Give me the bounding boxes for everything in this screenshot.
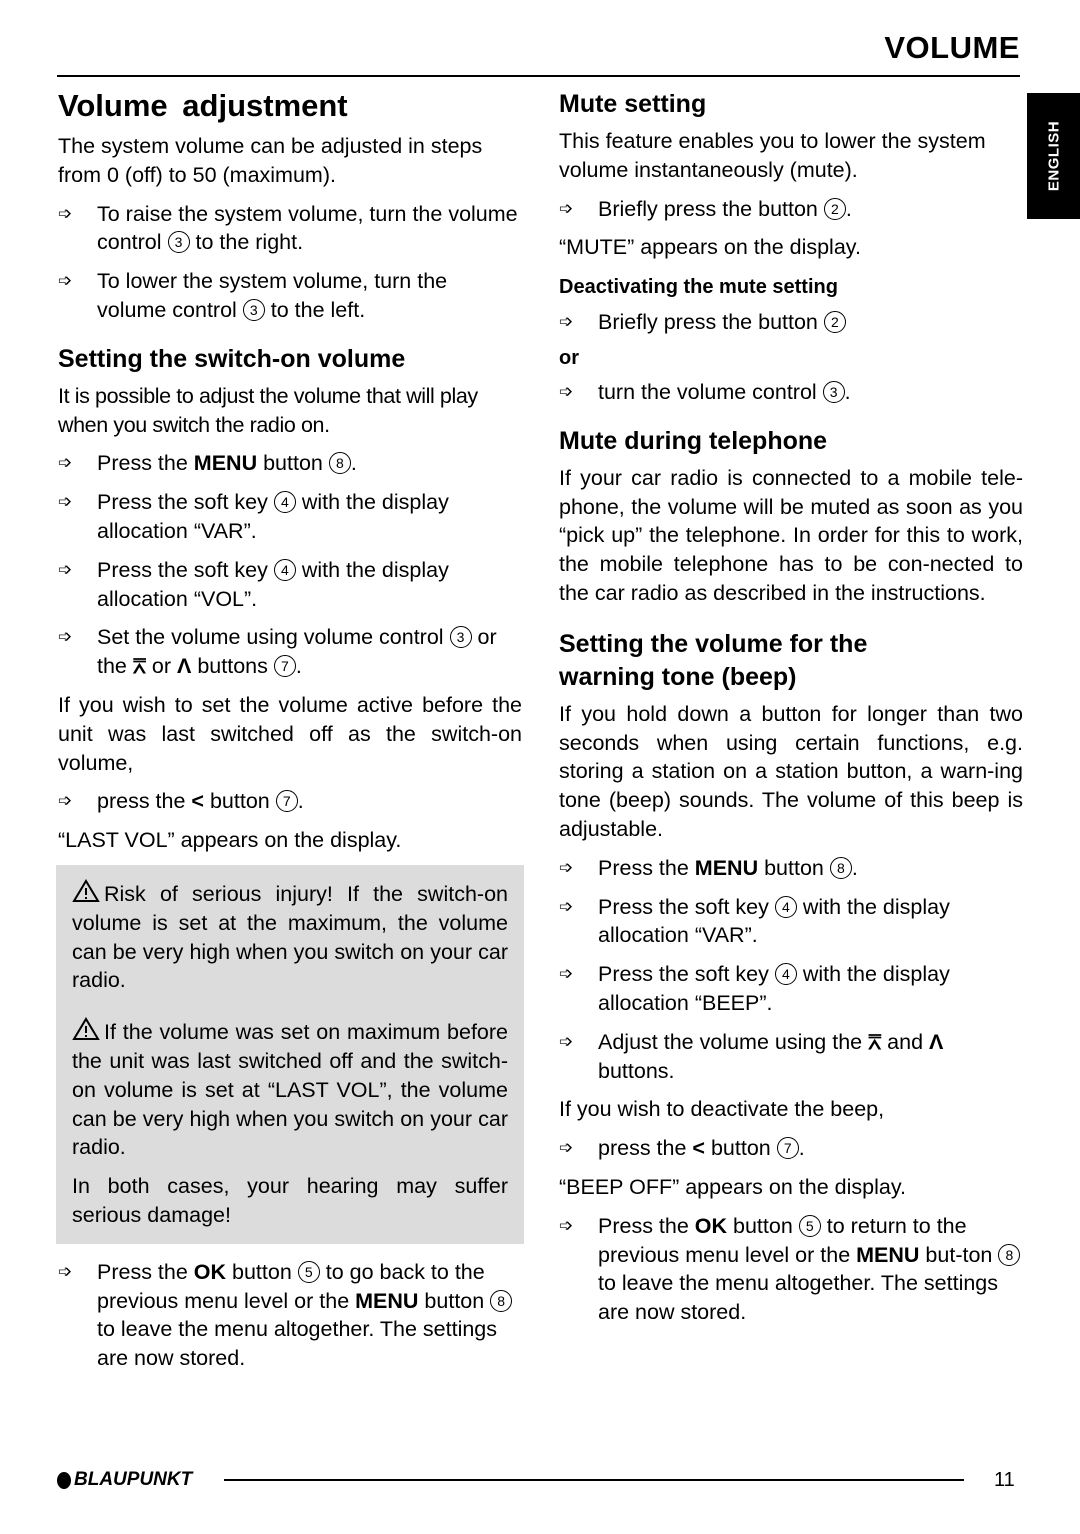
step-arrow-icon: ➩: [58, 791, 73, 811]
control-number-badge: 5: [798, 1214, 821, 1237]
up-button-icon: Λ: [929, 1029, 944, 1054]
header-rule: [57, 75, 1020, 77]
warning-paragraph: In both cases, your hearing may suffer s…: [72, 1174, 508, 1227]
volume-intro: The system volume can be adjusted in ste…: [58, 134, 483, 187]
step-softkey-var: ➩ Press the soft key 4 with the display …: [58, 490, 449, 543]
volume-adjustment-title: Volume adjustment: [58, 88, 348, 123]
language-tab-label: ENGLISH: [1045, 120, 1062, 192]
ok-button-label: OK: [193, 1259, 227, 1284]
left-column: Volume adjustment The system volume can …: [56, 88, 524, 1383]
section-title: VOLUME: [884, 30, 1020, 65]
step-ok-or-menu: ➩ Press the OK button 5 to go back to th…: [58, 1258, 522, 1373]
control-number-badge: 7: [273, 655, 296, 678]
control-number-badge: 3: [449, 626, 472, 649]
step-arrow-icon: ➩: [58, 492, 73, 512]
beep-off-display: “BEEP OFF” appears on the display.: [559, 1174, 906, 1199]
step-arrow-icon: ➩: [559, 896, 574, 916]
step-press-back: ➩ press the < button 7.: [58, 787, 522, 816]
menu-button-label: MENU: [355, 1288, 419, 1313]
ok-button-label: OK: [694, 1213, 728, 1238]
step-press-menu: ➩ Press the MENU button 8.: [559, 854, 1023, 883]
step-press-back: ➩ press the < button 7.: [559, 1134, 1023, 1163]
down-button-icon: ⩞: [868, 1029, 882, 1054]
switch-on-volume-heading: Setting the switch-on volume: [58, 344, 406, 373]
step-softkey-beep: ➩ Press the soft key 4 with the display …: [559, 962, 950, 1015]
control-number-badge: 2: [823, 197, 846, 220]
up-button-icon: Λ: [177, 654, 192, 679]
step-arrow-icon: ➩: [58, 559, 73, 579]
page-number: 11: [994, 1469, 1015, 1491]
control-number-badge: 5: [297, 1260, 320, 1283]
step-arrow-icon: ➩: [58, 271, 73, 291]
beep-deactivate-intro: If you wish to deactivate the beep,: [559, 1097, 885, 1122]
control-number-badge: 3: [167, 231, 190, 254]
step-arrow-icon: ➩: [559, 964, 574, 984]
down-button-icon: ⩞: [132, 654, 146, 679]
switch-on-intro: It is possible to adjust the volume that…: [58, 383, 478, 437]
step-arrow-icon: ➩: [58, 1261, 73, 1281]
control-number-badge: 8: [829, 856, 852, 879]
step-adjust-beep: ➩ Adjust the volume using the ⩞ and Λ bu…: [559, 1029, 944, 1083]
mute-telephone-heading: Mute during telephone: [559, 426, 828, 455]
step-press-mute-again: ➩ Briefly press the button 2: [559, 308, 1023, 337]
step-arrow-icon: ➩: [559, 198, 574, 218]
step-arrow-icon: ➩: [559, 312, 574, 332]
step-ok-or-menu: ➩ Press the OK button 5 to return to the…: [559, 1212, 1023, 1327]
brand-dot-icon: [57, 1471, 71, 1489]
step-arrow-icon: ➩: [58, 203, 73, 223]
back-button-icon: <: [191, 789, 204, 814]
step-softkey-var: ➩ Press the soft key 4 with the display …: [559, 894, 950, 948]
warning-triangle-icon: [72, 878, 100, 902]
last-vol-intro: If you wish to set the volume active bef…: [58, 692, 522, 775]
footer-rule: [224, 1479, 964, 1481]
telephone-body: If your car radio is connected to a mobi…: [559, 465, 1023, 605]
menu-button-label: MENU: [193, 451, 258, 476]
step-turn-volume: ➩ turn the volume control 3.: [559, 378, 1023, 407]
step-arrow-icon: ➩: [559, 857, 574, 877]
control-number-badge: 8: [998, 1243, 1021, 1266]
control-number-badge: 3: [822, 380, 845, 403]
right-column: Mute setting This feature enables you to…: [559, 88, 1023, 1337]
step-softkey-vol: ➩ Press the soft key 4 with the display …: [58, 557, 449, 611]
step-arrow-icon: ➩: [58, 627, 73, 647]
warning-box: Risk of serious injury! If the switch-on…: [56, 864, 524, 1244]
mute-display: “MUTE” appears on the display.: [559, 235, 861, 260]
step-press-mute: ➩ Briefly press the button 2.: [559, 195, 1023, 224]
step-arrow-icon: ➩: [559, 1031, 574, 1051]
control-number-badge: 8: [490, 1289, 513, 1312]
beep-volume-heading: Setting the volume for the warning tone …: [559, 629, 868, 691]
brand-logo: BLAUPUNKT: [57, 1469, 192, 1491]
step-press-menu: ➩ Press the MENU button 8.: [58, 449, 522, 478]
control-number-badge: 4: [273, 491, 296, 514]
warning-paragraph: Risk of serious injury! If the switch-on…: [72, 878, 508, 995]
step-arrow-icon: ➩: [58, 453, 73, 473]
control-number-badge: 4: [774, 963, 797, 986]
control-number-badge: 7: [275, 790, 298, 813]
step-set-volume: ➩ Set the volume using volume control 3 …: [58, 625, 497, 679]
mute-setting-heading: Mute setting: [559, 90, 707, 118]
step-raise-volume: ➩ To raise the system volume, turn the v…: [58, 201, 518, 255]
warning-triangle-icon: [72, 1017, 100, 1041]
control-number-badge: 4: [273, 558, 296, 581]
control-number-badge: 7: [776, 1137, 799, 1160]
step-arrow-icon: ➩: [559, 1215, 574, 1235]
or-label: or: [559, 346, 579, 369]
brand-name: BLAUPUNKT: [74, 1469, 193, 1490]
control-number-badge: 8: [328, 452, 351, 475]
beep-body: If you hold down a button for longer tha…: [559, 701, 1023, 841]
control-number-badge: 2: [823, 311, 846, 334]
menu-button-label: MENU: [856, 1242, 920, 1267]
step-arrow-icon: ➩: [559, 1138, 574, 1158]
control-number-badge: 3: [242, 298, 265, 321]
back-button-icon: <: [692, 1136, 705, 1161]
deactivate-mute-heading: Deactivating the mute setting: [559, 276, 838, 299]
language-tab: ENGLISH: [1027, 93, 1080, 219]
control-number-badge: 4: [774, 895, 797, 918]
step-arrow-icon: ➩: [559, 381, 574, 401]
mute-intro: This feature enables you to lower the sy…: [559, 129, 986, 182]
step-lower-volume: ➩ To lower the system volume, turn the v…: [58, 269, 448, 322]
warning-paragraph: If the volume was set on maximum before …: [72, 1017, 508, 1162]
menu-button-label: MENU: [694, 855, 759, 880]
last-vol-display: “LAST VOL” appears on the display.: [58, 828, 402, 853]
